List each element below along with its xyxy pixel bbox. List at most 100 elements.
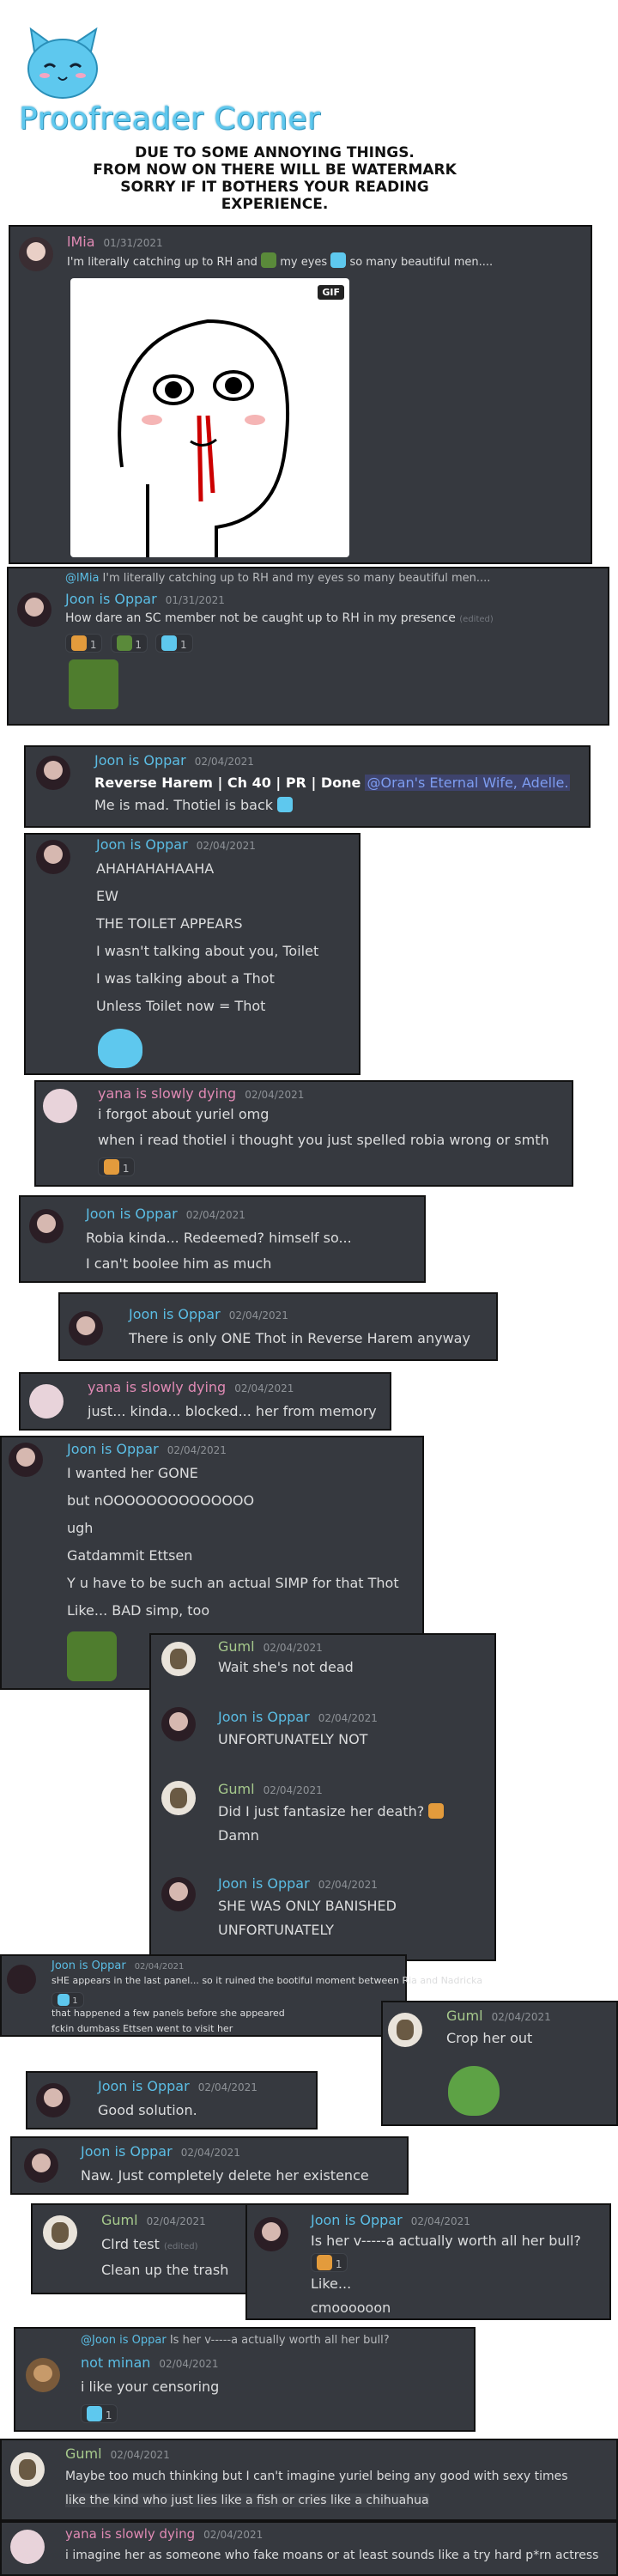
reaction[interactable]: 1 — [81, 2404, 118, 2423]
reaction-count: 1 — [179, 639, 187, 651]
timestamp: 02/04/2021 — [245, 1089, 305, 1101]
timestamp: 02/04/2021 — [134, 1962, 185, 1971]
avatar[interactable] — [36, 2083, 70, 2117]
pepe-sticker-icon — [69, 659, 118, 709]
username[interactable]: Guml — [65, 2445, 102, 2462]
timestamp: 02/04/2021 — [263, 1784, 323, 1796]
avatar[interactable] — [43, 1089, 77, 1123]
username[interactable]: Joon is Oppar — [311, 2212, 403, 2228]
message-text: my eyes — [280, 256, 328, 269]
message-text: THE TOILET APPEARS — [96, 915, 243, 932]
avatar[interactable] — [29, 1384, 64, 1419]
username[interactable]: Joon is Oppar — [218, 1875, 310, 1892]
username[interactable]: Joon is Oppar — [52, 1959, 126, 1972]
avatar[interactable] — [161, 1642, 196, 1676]
chat-screenshot: Guml 02/04/2021 Maybe too much thinking b… — [0, 2439, 618, 2521]
username[interactable]: lMia — [67, 234, 95, 250]
notice-line: experience. — [221, 196, 329, 213]
username[interactable]: Guml — [218, 1781, 255, 1797]
username[interactable]: Joon is Oppar — [81, 2143, 173, 2160]
avatar[interactable] — [36, 840, 70, 874]
reaction[interactable]: 1 — [311, 2253, 348, 2272]
frog-sticker-icon — [448, 2066, 500, 2116]
reply-text: Is her v-----a actually worth all her bu… — [169, 2334, 390, 2347]
avatar[interactable] — [26, 2358, 60, 2392]
username[interactable]: yana is slowly dying — [88, 1379, 226, 1395]
avatar[interactable] — [388, 2013, 422, 2047]
reaction[interactable]: 1 — [52, 1992, 84, 2008]
avatar[interactable] — [161, 1781, 196, 1815]
username[interactable]: yana is slowly dying — [65, 2526, 195, 2542]
reply-username: @lMia — [65, 572, 100, 585]
message-text: I can't boolee him as much — [86, 1255, 272, 1272]
timestamp: 02/04/2021 — [203, 2529, 264, 2541]
username[interactable]: Guml — [218, 1638, 255, 1655]
message-text: Gatdammit Ettsen — [67, 1547, 193, 1564]
timestamp: 02/04/2021 — [196, 840, 256, 852]
username[interactable]: Guml — [446, 2008, 483, 2024]
username[interactable]: Joon is Oppar — [218, 1709, 310, 1725]
avatar[interactable] — [69, 1311, 103, 1346]
chat-screenshot: Guml 02/04/2021 Clrd test (edited) Clean … — [31, 2203, 251, 2294]
message-text: EW — [96, 888, 118, 904]
username[interactable]: Guml — [101, 2212, 138, 2228]
timestamp: 02/04/2021 — [410, 2215, 470, 2227]
avatar[interactable] — [19, 237, 53, 271]
message-text: Good solution. — [98, 2102, 197, 2118]
chat-screenshot: Joon is Oppar 02/04/2021 AHAHAHAHAAHA EW … — [24, 833, 360, 1075]
message-text: like the kind who just lies like a fish … — [65, 2494, 429, 2507]
avatar[interactable] — [161, 1707, 196, 1741]
message-text: Is her v-----a actually worth all her bu… — [311, 2233, 581, 2249]
timestamp: 02/04/2021 — [491, 2011, 551, 2023]
page-header: Proofreader Corner Due to some annoying … — [0, 0, 618, 223]
message-text: SHE WAS ONLY BANISHED — [218, 1898, 397, 1914]
message-text: Did I just fantasize her death? — [218, 1803, 425, 1820]
message-text: sHE appears in the last panel... so it r… — [52, 1975, 483, 1986]
username[interactable]: Joon is Oppar — [98, 2078, 190, 2094]
avatar[interactable] — [254, 2217, 288, 2251]
reaction[interactable]: 1 — [65, 634, 103, 653]
avatar[interactable] — [7, 1965, 36, 1994]
timestamp: 02/04/2021 — [234, 1382, 294, 1394]
avatar[interactable] — [43, 2215, 77, 2250]
timestamp: 02/04/2021 — [197, 2081, 258, 2093]
message-text: i forgot about yuriel omg — [98, 1106, 270, 1122]
message-text: Reverse Harem | Ch 40 | PR | Done — [94, 775, 361, 791]
reaction[interactable]: 1 — [155, 634, 193, 653]
timestamp: 02/04/2021 — [318, 1712, 378, 1724]
username[interactable]: Joon is Oppar — [65, 591, 157, 607]
avatar[interactable] — [36, 756, 70, 790]
username[interactable]: Joon is Oppar — [94, 752, 186, 769]
timestamp: 02/04/2021 — [228, 1309, 288, 1321]
avatar[interactable] — [10, 2530, 45, 2564]
message-text: Maybe too much thinking but I can't imag… — [65, 2470, 568, 2483]
timestamp: 02/04/2021 — [110, 2449, 170, 2461]
username[interactable]: Joon is Oppar — [86, 1206, 178, 1222]
gif-embed[interactable]: GIF — [70, 278, 349, 557]
avatar[interactable] — [17, 592, 52, 627]
message-text: i like your censoring — [81, 2379, 220, 2395]
reply-username: @Joon is Oppar — [81, 2334, 167, 2347]
timestamp: 02/04/2021 — [180, 2147, 240, 2159]
reply-preview[interactable]: @lMia I'm literally catching up to RH an… — [65, 572, 490, 585]
avatar[interactable] — [161, 1877, 196, 1911]
user-mention[interactable]: @Oran's Eternal Wife, Adelle. — [365, 775, 571, 791]
username[interactable]: Joon is Oppar — [129, 1306, 221, 1322]
reply-preview[interactable]: @Joon is Oppar Is her v-----a actually w… — [81, 2334, 390, 2347]
reaction-count: 1 — [105, 2409, 112, 2421]
chat-screenshot: yana is slowly dying 02/04/2021 just... k… — [19, 1372, 391, 1431]
username[interactable]: yana is slowly dying — [98, 1085, 236, 1102]
message-text: so many beautiful men.... — [349, 256, 494, 269]
avatar[interactable] — [24, 2148, 58, 2183]
reaction[interactable]: 1 — [110, 634, 148, 653]
username[interactable]: Joon is Oppar — [96, 836, 188, 853]
avatar[interactable] — [10, 2452, 45, 2487]
avatar[interactable] — [9, 1443, 43, 1477]
username[interactable]: Joon is Oppar — [67, 1441, 159, 1457]
chat-screenshot: yana is slowly dying 02/04/2021 i forgot … — [34, 1080, 573, 1187]
reaction[interactable]: 1 — [98, 1157, 136, 1176]
gif-badge: GIF — [318, 285, 344, 300]
avatar[interactable] — [29, 1209, 64, 1243]
reply-text: I'm literally catching up to RH and my e… — [102, 572, 491, 585]
username[interactable]: not minan — [81, 2354, 150, 2371]
